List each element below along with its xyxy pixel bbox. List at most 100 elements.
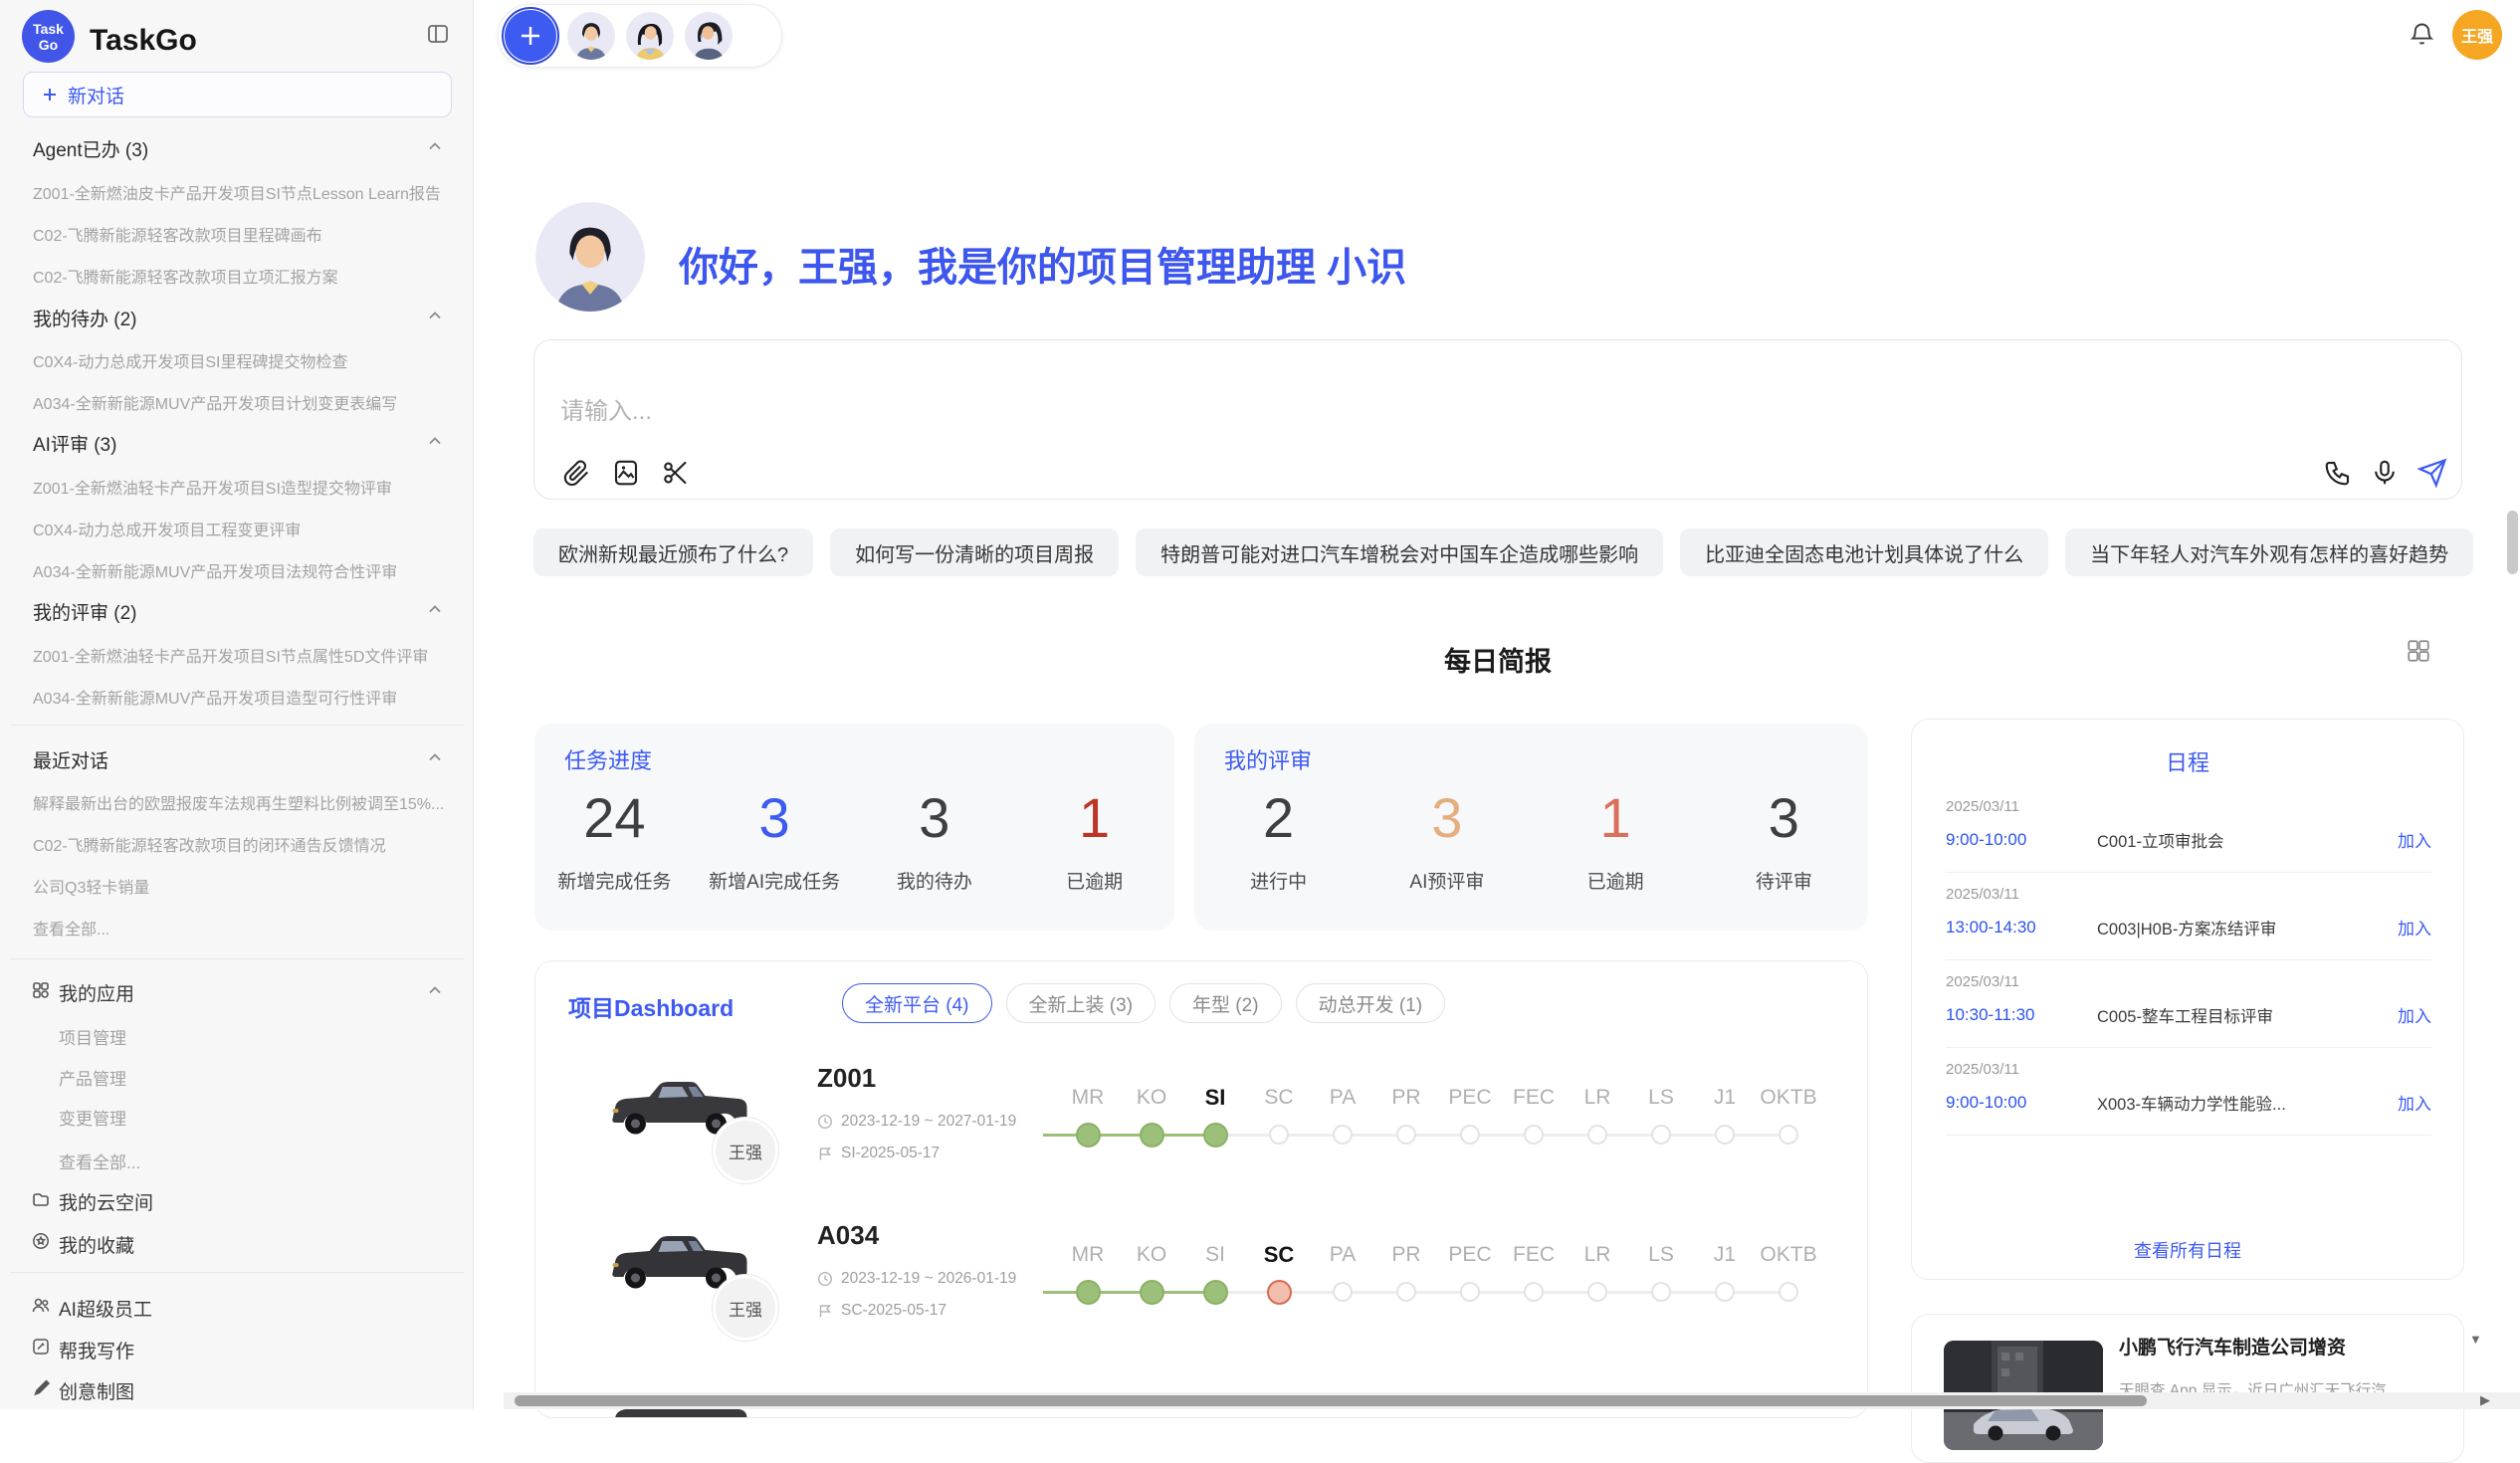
help-me-write[interactable]: 帮我写作 [59,1337,134,1363]
recent-chat-item[interactable]: C02-飞腾新能源轻客改款项目的闭环通告反馈情况 [33,832,453,856]
news-card[interactable]: 小鹏飞行汽车制造公司增资 天眼查 App 显示，近日广州汇天飞行汽... [1911,1314,2464,1463]
join-link[interactable]: 加入 [2398,1002,2431,1027]
tab-powertrain[interactable]: 动总开发 (1) [1296,983,1446,1023]
tab-upfit[interactable]: 全新上装 (3) [1006,983,1156,1023]
recent-chats-view-all[interactable]: 查看全部... [33,916,453,940]
agent-avatar-3[interactable] [685,12,733,60]
sidebar-item[interactable]: C02-飞腾新能源轻客改款项目立项汇报方案 [33,264,453,288]
scroll-right-arrow-icon[interactable]: ▶ [2480,1392,2490,1408]
milestone-label: MR [1056,1242,1120,1268]
section-agent-done-header[interactable]: Agent已办 (3) [33,135,411,162]
phone-icon[interactable] [2323,458,2353,488]
milestone-label: KO [1120,1085,1183,1111]
chevron-up-icon[interactable] [426,981,444,999]
user-avatar[interactable]: 王强 [2452,10,2502,60]
milestone-label: LR [1566,1242,1629,1268]
section-my-review-header[interactable]: 我的评审 (2) [33,598,411,625]
sidebar-item[interactable]: A034-全新新能源MUV产品开发项目计划变更表编写 [33,390,453,414]
task-progress-card: 任务进度 24 新增完成任务 3 新增AI完成任务 3 我的待办 1 已逾期 [534,724,1174,931]
suggestion-chip[interactable]: 特朗普可能对进口汽车增税会对中国车企造成哪些影响 [1136,528,1663,576]
schedule-card: 日程 2025/03/11 9:00-10:00 C001-立项审批会 加入 2… [1911,719,2464,1280]
milestone-dot [1587,1125,1607,1145]
app-item-change-mgmt[interactable]: 变更管理 [59,1105,126,1130]
join-link[interactable]: 加入 [2398,1090,2431,1115]
suggestion-chip[interactable]: 欧洲新规最近颁布了什么? [533,528,813,576]
chevron-up-icon[interactable] [426,600,444,618]
stat-ai-prereview: 3 AI预评审 [1363,783,1531,894]
chevron-up-icon[interactable] [426,748,444,766]
app-item-product-mgmt[interactable]: 产品管理 [59,1065,126,1090]
section-my-todo-header[interactable]: 我的待办 (2) [33,305,411,331]
section-recent-chats-header[interactable]: 最近对话 [33,746,411,773]
sidebar-item[interactable]: C0X4-动力总成开发项目工程变更评审 [33,517,453,540]
sidebar-item[interactable]: Z001-全新燃油皮卡产品开发项目SI节点Lesson Learn报告 [33,180,453,204]
milestone-label: KO [1120,1242,1183,1268]
vertical-scrollbar-thumb[interactable] [2507,511,2518,574]
project-name[interactable]: Z001 [817,1063,876,1094]
add-agent-button[interactable] [505,10,556,62]
apps-view-all[interactable]: 查看全部... [59,1149,140,1173]
section-ai-review-header[interactable]: AI评审 (3) [33,430,411,457]
schedule-date: 2025/03/11 [1946,1061,2431,1078]
divider [10,725,464,726]
chat-composer[interactable] [533,339,2462,500]
milestone-dot [1779,1125,1798,1145]
recent-chat-item[interactable]: 公司Q3轻卡销量 [33,874,453,898]
ai-super-staff[interactable]: AI超级员工 [59,1295,152,1322]
sidebar-collapse-icon[interactable] [426,22,450,46]
agent-avatar-1[interactable] [567,12,615,60]
tab-model-year[interactable]: 年型 (2) [1169,983,1282,1023]
chevron-up-icon[interactable] [426,307,444,324]
stat-label: AI预评审 [1363,867,1531,894]
writing-icon [31,1337,51,1357]
sidebar-item[interactable]: Z001-全新燃油轻卡产品开发项目SI节点属性5D文件评审 [33,643,453,667]
recent-chat-item[interactable]: 解释最新出台的欧盟报废车法规再生塑料比例被调至15%... [33,790,453,814]
chat-input[interactable] [560,398,2053,426]
suggestion-chip[interactable]: 如何写一份清晰的项目周报 [830,528,1119,576]
attach-icon[interactable] [561,458,591,488]
my-apps-header[interactable]: 我的应用 [59,979,134,1006]
milestone-dot [1396,1125,1416,1145]
suggestion-chip[interactable]: 当下年轻人对汽车外观有怎样的喜好趋势 [2065,528,2473,576]
project-flag: SC-2025-05-17 [841,1302,946,1320]
join-link[interactable]: 加入 [2398,915,2431,940]
horizontal-scrollbar-thumb[interactable] [515,1395,2147,1406]
scroll-down-arrow-icon[interactable]: ▼ [2469,1332,2482,1347]
plus-icon [42,87,58,103]
project-name[interactable]: A034 [817,1220,879,1251]
sidebar-item[interactable]: C02-飞腾新能源轻客改款项目里程碑画布 [33,222,453,246]
sidebar-item[interactable]: A034-全新新能源MUV产品开发项目法规符合性评审 [33,558,453,582]
sidebar-item[interactable]: A034-全新新能源MUV产品开发项目造型可行性评审 [33,685,453,709]
card-title: 任务进度 [564,743,652,775]
my-favorites[interactable]: 我的收藏 [59,1231,134,1258]
suggestion-chips: 欧洲新规最近颁布了什么? 如何写一份清晰的项目周报 特朗普可能对进口汽车增税会对… [533,528,2473,576]
my-cloud-space[interactable]: 我的云空间 [59,1188,153,1215]
notification-bell-icon[interactable] [2409,20,2435,47]
stat-value: 1 [1014,783,1174,853]
milestone-dot [1651,1282,1671,1302]
schedule-time: 9:00-10:00 [1946,1093,2097,1113]
sidebar-item[interactable]: C0X4-动力总成开发项目SI里程碑提交物检查 [33,348,453,372]
milestone-dot [1715,1282,1735,1302]
send-icon[interactable] [2417,458,2447,488]
mic-icon[interactable] [2370,458,2400,488]
new-chat-button[interactable]: 新对话 [23,72,452,117]
tab-platform[interactable]: 全新平台 (4) [842,983,992,1023]
clock-icon [817,1114,833,1130]
schedule-date: 2025/03/11 [1946,973,2431,990]
sidebar-item[interactable]: Z001-全新燃油轻卡产品开发项目SI造型提交物评审 [33,475,453,499]
stat-label: 已逾期 [1532,867,1700,894]
scissors-icon[interactable] [661,458,691,488]
suggestion-chip[interactable]: 比亚迪全固态电池计划具体说了什么 [1680,528,2048,576]
creative-drawing[interactable]: 创意制图 [59,1377,134,1404]
layout-grid-icon[interactable] [2406,638,2431,664]
new-chat-label: 新对话 [68,82,124,108]
chevron-up-icon[interactable] [426,137,444,155]
view-all-schedule-link[interactable]: 查看所有日程 [1912,1237,2463,1263]
app-item-project-mgmt[interactable]: 项目管理 [59,1024,126,1049]
chevron-up-icon[interactable] [426,432,444,450]
milestone-dot [1269,1125,1289,1145]
screenshot-icon[interactable] [611,458,641,488]
agent-avatar-2[interactable] [626,12,674,60]
join-link[interactable]: 加入 [2398,827,2431,852]
